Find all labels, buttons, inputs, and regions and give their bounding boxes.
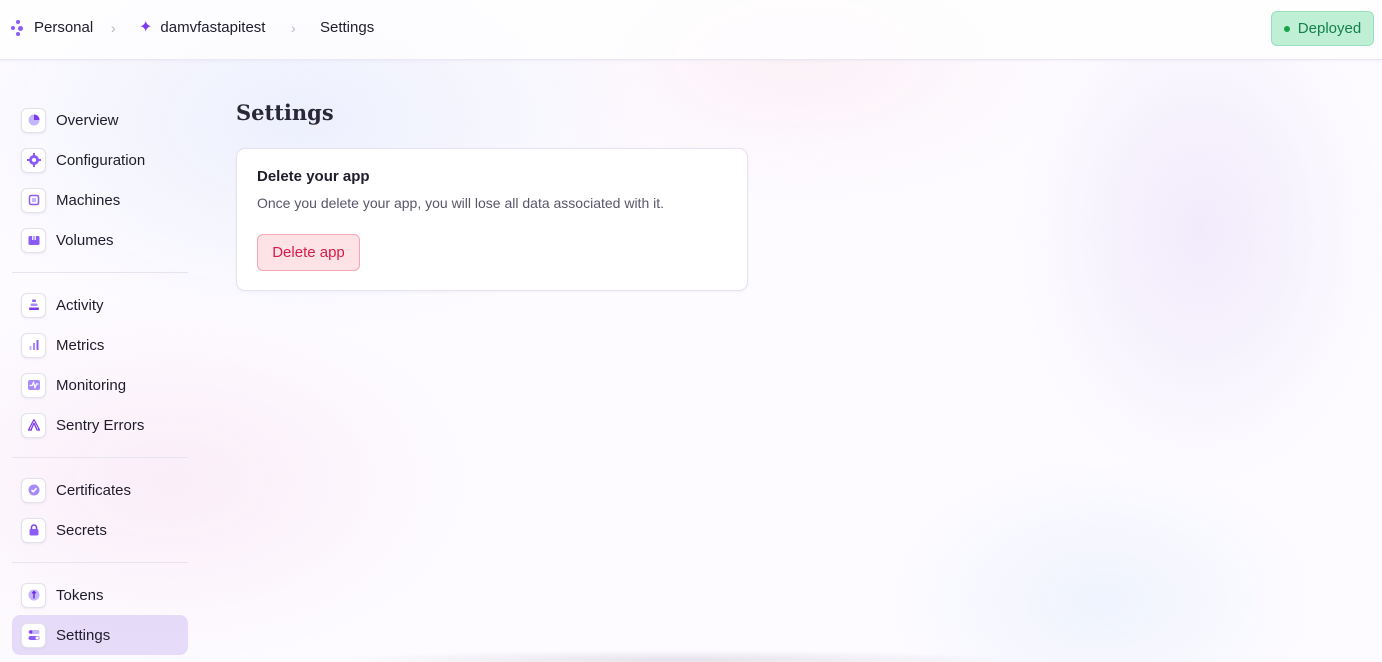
sidebar-item-metrics[interactable]: Metrics — [12, 325, 188, 365]
card-description: Once you delete your app, you will lose … — [257, 195, 665, 211]
sidebar-item-configuration[interactable]: Configuration — [12, 140, 188, 180]
delete-app-button[interactable]: Delete app — [257, 234, 360, 271]
bottom-shadow — [340, 650, 1020, 662]
sidebar-item-certificates[interactable]: Certificates — [12, 470, 188, 510]
sidebar-item-monitoring[interactable]: Monitoring — [12, 365, 188, 405]
sidebar-item-label: Machines — [56, 191, 121, 209]
sidebar-item-tokens[interactable]: Tokens — [12, 575, 188, 615]
gear-icon — [21, 147, 46, 173]
sidebar-item-label: Settings — [56, 626, 111, 644]
sidebar-item-label: Sentry Errors — [56, 416, 145, 434]
sidebar-item-sentry-errors[interactable]: Sentry Errors — [12, 405, 188, 445]
sidebar-item-label: Secrets — [56, 521, 107, 539]
lock-icon — [21, 517, 46, 543]
sidebar-item-label: Configuration — [56, 151, 146, 169]
chevron-right-icon: › — [111, 20, 116, 36]
org-dots-icon — [11, 20, 26, 36]
breadcrumb-app[interactable]: ✦ damvfastapitest — [139, 19, 265, 36]
box-icon — [21, 227, 46, 253]
sidebar-item-label: Volumes — [56, 231, 114, 249]
sidebar-divider — [12, 562, 188, 563]
sidebar-divider — [12, 457, 188, 458]
sidebar-item-label: Certificates — [56, 481, 132, 499]
status-badge[interactable]: Deployed — [1271, 11, 1374, 46]
chevron-right-icon: › — [291, 20, 296, 36]
sidebar-item-volumes[interactable]: Volumes — [12, 220, 188, 260]
sidebar-item-activity[interactable]: Activity — [12, 285, 188, 325]
bar-chart-icon — [21, 332, 46, 358]
sidebar-item-label: Monitoring — [56, 376, 127, 394]
pulse-icon — [21, 372, 46, 398]
page-title: Settings — [236, 100, 334, 125]
breadcrumb-org[interactable]: Personal — [11, 19, 93, 36]
sparkle-icon: ✦ — [139, 18, 153, 36]
stack-icon — [21, 292, 46, 318]
sidebar-item-overview[interactable]: Overview — [12, 100, 188, 140]
token-icon — [21, 582, 46, 608]
breadcrumb-org-label: Personal — [34, 19, 94, 36]
chip-icon — [21, 187, 46, 213]
delete-app-card: Delete your app Once you delete your app… — [236, 148, 748, 291]
top-bar: Personal › ✦ damvfastapitest › Settings … — [0, 0, 1382, 60]
toggles-icon — [21, 622, 46, 648]
sidebar-item-label: Metrics — [56, 336, 105, 354]
sidebar-item-label: Activity — [56, 296, 104, 314]
sidebar-item-settings[interactable]: Settings — [12, 615, 188, 655]
card-heading: Delete your app — [257, 168, 370, 185]
breadcrumb-app-label: damvfastapitest — [160, 19, 266, 36]
sidebar-divider — [12, 272, 188, 273]
breadcrumb-page-label: Settings — [320, 19, 375, 36]
pie-chart-icon — [21, 107, 46, 133]
sentry-icon — [21, 412, 46, 438]
sidebar-item-label: Tokens — [56, 586, 104, 604]
status-label: Deployed — [1297, 20, 1362, 37]
sidebar-item-secrets[interactable]: Secrets — [12, 510, 188, 550]
sidebar-item-machines[interactable]: Machines — [12, 180, 188, 220]
breadcrumb-page[interactable]: Settings — [320, 19, 374, 36]
check-badge-icon — [21, 477, 46, 503]
sidebar-item-label: Overview — [56, 111, 119, 129]
status-dot-icon — [1283, 25, 1290, 32]
